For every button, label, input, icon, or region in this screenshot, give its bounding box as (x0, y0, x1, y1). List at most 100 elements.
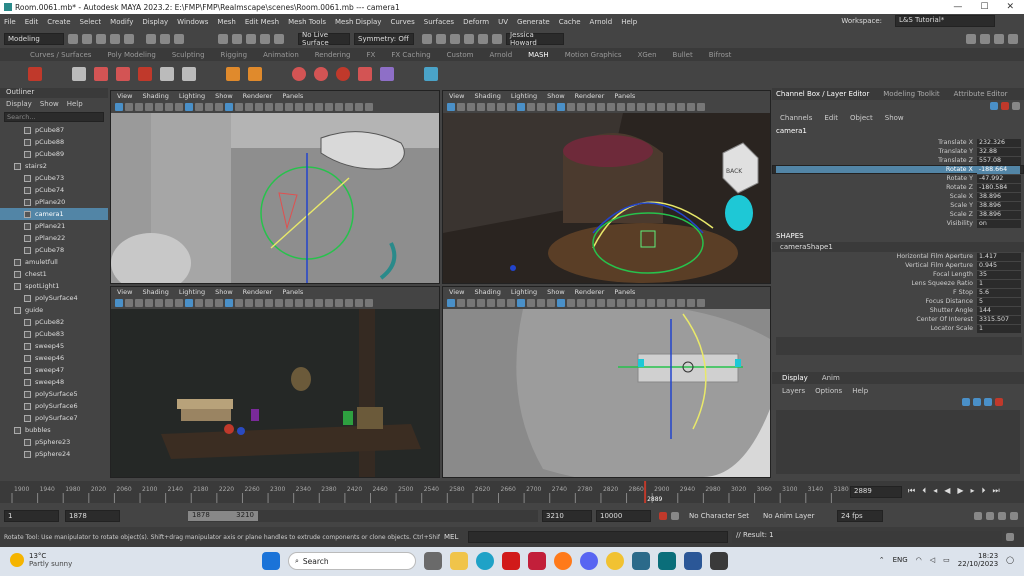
layer-menu-help[interactable]: Help (852, 387, 868, 395)
firefox-icon[interactable] (554, 552, 572, 570)
vp1-menu-shading[interactable]: Shading (142, 92, 168, 100)
attr-value[interactable]: 38.896 (977, 210, 1021, 219)
outliner-item-polysurface7[interactable]: polySurface7 (0, 412, 108, 424)
close-button[interactable]: ✕ (1006, 2, 1014, 12)
menu-windows[interactable]: Windows (177, 18, 208, 26)
outliner-menu-help[interactable]: Help (67, 100, 83, 108)
attr-name[interactable]: Scale Z (772, 211, 977, 218)
attr-name[interactable]: Locator Scale (772, 325, 977, 332)
attr-row-rotate-z[interactable]: Rotate Z -180.584 (772, 183, 1024, 192)
tab-layer-anim[interactable]: Anim (822, 374, 840, 382)
vp2-menu-show[interactable]: Show (547, 92, 565, 100)
attr-name[interactable]: Shutter Angle (772, 307, 977, 314)
attr-name[interactable]: Rotate X (776, 166, 977, 173)
minimize-button[interactable]: — (953, 2, 962, 12)
vp3-menu-shading[interactable]: Shading (142, 288, 168, 296)
step-forward-key-button[interactable]: ⏵ (982, 486, 986, 496)
outliner-item-pcube88[interactable]: pCube88 (0, 136, 108, 148)
menu-edit[interactable]: Edit (25, 18, 39, 26)
attr-row-scale-x[interactable]: Scale X 38.896 (772, 192, 1024, 201)
clock-time[interactable]: 18:23 (958, 552, 998, 560)
attr-row-shutter-angle[interactable]: Shutter Angle 144 (772, 306, 1024, 315)
attr-name[interactable]: Translate Z (772, 157, 977, 164)
outliner-item-sweep45[interactable]: sweep45 (0, 340, 108, 352)
play-back-button[interactable]: ◀ (944, 486, 950, 496)
mash-network-icon[interactable] (28, 67, 42, 81)
cb-display-icon[interactable] (990, 102, 998, 110)
attr-row-vertical-film-aperture[interactable]: Vertical Film Aperture 0.945 (772, 261, 1024, 270)
outliner-item-guide[interactable]: guide (0, 304, 108, 316)
attr-row-horizontal-film-aperture[interactable]: Horizontal Film Aperture 1.417 (772, 252, 1024, 261)
attr-value[interactable]: 32.88 (977, 147, 1021, 156)
file-explorer-icon[interactable] (450, 552, 468, 570)
outliner-item-polysurface4[interactable]: polySurface4 (0, 292, 108, 304)
attr-value[interactable]: -188.664 (976, 165, 1020, 174)
live-surface-field[interactable]: No Live Surface (298, 31, 350, 47)
snap-surface-icon[interactable] (274, 34, 284, 44)
layer-new-empty-icon[interactable] (984, 398, 992, 406)
go-to-start-button[interactable]: ⏮ (908, 486, 915, 496)
attribute-editor-icon[interactable] (980, 34, 990, 44)
shelf-tab-animation[interactable]: Animation (263, 51, 299, 59)
menu-file[interactable]: File (4, 18, 16, 26)
mash-curve-icon[interactable] (138, 67, 152, 81)
menu-generate[interactable]: Generate (517, 18, 550, 26)
cb-menu-edit[interactable]: Edit (824, 114, 838, 122)
shelf-tab-rigging[interactable]: Rigging (221, 51, 248, 59)
menu-curves[interactable]: Curves (390, 18, 414, 26)
shelf-tab-arnold[interactable]: Arnold (490, 51, 513, 59)
outliner-item-pplane21[interactable]: pPlane21 (0, 220, 108, 232)
cb-menu-show[interactable]: Show (885, 114, 904, 122)
outliner-search-input[interactable]: Search... (4, 112, 104, 122)
mash-world-icon[interactable] (380, 67, 394, 81)
app-red-diamond-icon[interactable] (502, 552, 520, 570)
vp3-menu-renderer[interactable]: Renderer (243, 288, 273, 296)
vp2-menu-lighting[interactable]: Lighting (511, 92, 537, 100)
attr-name[interactable]: Scale Y (772, 202, 977, 209)
attr-value[interactable]: 38.896 (977, 192, 1021, 201)
chrome-icon[interactable] (606, 552, 624, 570)
discord-icon[interactable] (580, 552, 598, 570)
outliner-item-pcube87[interactable]: pCube87 (0, 124, 108, 136)
channel-box-icon[interactable] (1008, 34, 1018, 44)
menu-cache[interactable]: Cache (559, 18, 581, 26)
battery-icon[interactable]: ▭ (943, 556, 950, 564)
attr-name[interactable]: Rotate Z (772, 184, 977, 191)
clock-date[interactable]: 22/10/2023 (958, 560, 998, 568)
outliner-item-sweep46[interactable]: sweep46 (0, 352, 108, 364)
menu-modify[interactable]: Modify (110, 18, 133, 26)
current-frame-field[interactable]: 2889 (850, 486, 902, 498)
vp1-menu-lighting[interactable]: Lighting (179, 92, 205, 100)
vp2-menu-renderer[interactable]: Renderer (575, 92, 605, 100)
vp1-menu-show[interactable]: Show (215, 92, 233, 100)
outliner-item-sweep48[interactable]: sweep48 (0, 376, 108, 388)
layer-new-selected-icon[interactable] (995, 398, 1003, 406)
mash-transform-icon[interactable] (94, 67, 108, 81)
maya-taskbar-icon[interactable] (658, 552, 676, 570)
mash-orbit-icon[interactable] (314, 67, 328, 81)
attr-value[interactable]: 3315.507 (977, 315, 1021, 324)
shelf-tab-curves-surfaces[interactable]: Curves / Surfaces (30, 51, 91, 59)
mcafee-icon[interactable] (528, 552, 546, 570)
shelf-tab-fx[interactable]: FX (367, 51, 376, 59)
outliner-item-stairs2[interactable]: stairs2 (0, 160, 108, 172)
save-icon[interactable] (96, 34, 106, 44)
attr-name[interactable]: Lens Squeeze Ratio (772, 280, 977, 287)
mash-sphere-icon[interactable] (292, 67, 306, 81)
anim-start-field[interactable]: 1878 (65, 510, 120, 522)
character-set-dropdown[interactable]: No Character Set (689, 512, 759, 520)
viewport-bottom-right[interactable]: View Shading Lighting Show Renderer Pane… (442, 286, 771, 487)
attr-name[interactable]: Translate X (772, 139, 977, 146)
attr-value[interactable]: 1 (977, 279, 1021, 288)
vp3-menu-view[interactable]: View (117, 288, 132, 296)
attr-value[interactable]: 144 (977, 306, 1021, 315)
folder-icon[interactable] (68, 34, 78, 44)
layer-menu-options[interactable]: Options (815, 387, 842, 395)
vp4-menu-view[interactable]: View (449, 288, 464, 296)
go-to-end-button[interactable]: ⏭ (993, 486, 1000, 496)
viewport-top-right[interactable]: View Shading Lighting Show Renderer Pane… (442, 90, 771, 284)
play-forward-button[interactable]: ▶ (957, 486, 963, 496)
menu-deform[interactable]: Deform (463, 18, 489, 26)
tool-settings-icon[interactable] (994, 34, 1004, 44)
outliner-item-camera1[interactable]: camera1 (0, 208, 108, 220)
